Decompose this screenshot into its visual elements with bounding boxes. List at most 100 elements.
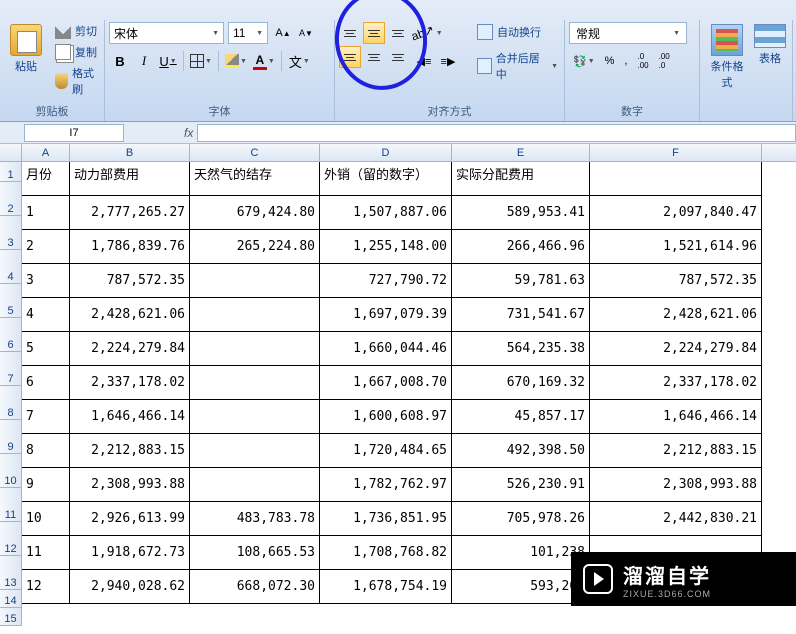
currency-button[interactable]: 💱▼ (569, 50, 599, 72)
cell[interactable]: 8 (22, 434, 70, 468)
underline-button[interactable]: U▼ (157, 50, 179, 72)
cell[interactable]: 2,940,028.62 (70, 570, 190, 604)
cell[interactable]: 787,572.35 (70, 264, 190, 298)
cut-button[interactable]: 剪切 (54, 22, 100, 40)
format-table-button[interactable]: 表格 (752, 22, 788, 68)
cell[interactable]: 1,678,754.19 (320, 570, 452, 604)
cell[interactable]: 11 (22, 536, 70, 570)
cell[interactable]: 731,541.67 (452, 298, 590, 332)
cell[interactable]: 3 (22, 264, 70, 298)
font-name-select[interactable]: 宋体 ▼ (109, 22, 224, 44)
font-color-button[interactable]: A▼ (251, 50, 277, 72)
cell[interactable]: 2,308,993.88 (70, 468, 190, 502)
cell[interactable]: 2,337,178.02 (590, 366, 762, 400)
cell[interactable]: 670,169.32 (452, 366, 590, 400)
cell[interactable]: 101,238 (452, 536, 590, 570)
col-header-A[interactable]: A (22, 144, 70, 161)
align-top-left-button[interactable] (339, 22, 361, 44)
cell[interactable]: 2,442,830.21 (590, 502, 762, 536)
cell[interactable]: 2,097,840.47 (590, 196, 762, 230)
cell[interactable]: 492,398.50 (452, 434, 590, 468)
fx-icon[interactable]: fx (184, 126, 193, 140)
cell[interactable]: 483,783.78 (190, 502, 320, 536)
cell[interactable]: 1,507,887.06 (320, 196, 452, 230)
cell[interactable]: 1,646,466.14 (70, 400, 190, 434)
cell[interactable]: 593,202 (452, 570, 590, 604)
cell[interactable]: 668,072.30 (190, 570, 320, 604)
cell[interactable]: 2,777,265.27 (70, 196, 190, 230)
cell[interactable]: 5 (22, 332, 70, 366)
cell[interactable]: 外销（留的数字） (320, 162, 452, 196)
cell[interactable]: 1,521,614.96 (590, 230, 762, 264)
conditional-format-button[interactable]: 条件格式 (704, 22, 750, 92)
cell[interactable]: 2,428,621.06 (590, 298, 762, 332)
cell[interactable]: 1,782,762.97 (320, 468, 452, 502)
copy-button[interactable]: 复制 (54, 43, 100, 61)
formula-input[interactable] (197, 124, 796, 142)
cell[interactable]: 2,926,613.99 (70, 502, 190, 536)
italic-button[interactable]: I (133, 50, 155, 72)
align-top-right-button[interactable] (387, 22, 409, 44)
cell[interactable]: 月份 (22, 162, 70, 196)
cell[interactable]: 705,978.26 (452, 502, 590, 536)
cell[interactable]: 2,337,178.02 (70, 366, 190, 400)
increase-indent-button[interactable]: ≡▶ (437, 50, 459, 72)
name-box[interactable]: I7 (24, 124, 124, 142)
align-right-button[interactable] (387, 46, 409, 68)
cell[interactable]: 1,736,851.95 (320, 502, 452, 536)
number-format-select[interactable]: 常规 ▼ (569, 22, 687, 44)
cell[interactable]: 动力部费用 (70, 162, 190, 196)
align-left-button[interactable] (339, 46, 361, 68)
col-header-B[interactable]: B (70, 144, 190, 161)
col-header-E[interactable]: E (452, 144, 590, 161)
cell[interactable] (190, 332, 320, 366)
cell[interactable]: 1,786,839.76 (70, 230, 190, 264)
shrink-font-button[interactable]: A▼ (295, 22, 317, 44)
select-all-corner[interactable] (0, 144, 22, 161)
cell[interactable]: 526,230.91 (452, 468, 590, 502)
row-header[interactable]: 7 (0, 352, 22, 386)
fill-color-button[interactable]: ▼ (223, 50, 249, 72)
increase-decimal-button[interactable]: .0.00 (633, 50, 652, 72)
decrease-indent-button[interactable]: ◀≡ (413, 50, 435, 72)
format-painter-button[interactable]: 格式刷 (54, 64, 100, 98)
cell[interactable]: 589,953.41 (452, 196, 590, 230)
cell[interactable] (190, 400, 320, 434)
orientation-button[interactable]: ab↗▼ (413, 22, 441, 44)
row-header[interactable]: 6 (0, 318, 22, 352)
cell[interactable]: 1,667,008.70 (320, 366, 452, 400)
cell[interactable]: 679,424.80 (190, 196, 320, 230)
bold-button[interactable]: B (109, 50, 131, 72)
col-header-F[interactable]: F (590, 144, 762, 161)
cell[interactable]: 45,857.17 (452, 400, 590, 434)
row-header[interactable]: 14 (0, 590, 22, 608)
align-top-center-button[interactable] (363, 22, 385, 44)
cell[interactable]: 2,428,621.06 (70, 298, 190, 332)
cell[interactable]: 265,224.80 (190, 230, 320, 264)
cell[interactable]: 2,224,279.84 (590, 332, 762, 366)
cell[interactable]: 2,212,883.15 (590, 434, 762, 468)
row-header[interactable]: 12 (0, 522, 22, 556)
decrease-decimal-button[interactable]: .00.0 (655, 50, 674, 72)
align-center-button[interactable] (363, 46, 385, 68)
row-header[interactable]: 1 (0, 162, 22, 182)
merge-center-button[interactable]: 合并后居中 ▼ (475, 48, 560, 84)
phonetic-button[interactable]: 文▼ (286, 50, 313, 72)
cell[interactable]: 10 (22, 502, 70, 536)
cell[interactable]: 1 (22, 196, 70, 230)
cell[interactable]: 787,572.35 (590, 264, 762, 298)
cell[interactable]: 266,466.96 (452, 230, 590, 264)
cell[interactable]: 1,708,768.82 (320, 536, 452, 570)
cell[interactable]: 2,308,993.88 (590, 468, 762, 502)
cell[interactable]: 实际分配费用 (452, 162, 590, 196)
row-header[interactable]: 10 (0, 454, 22, 488)
grow-font-button[interactable]: A▲ (272, 22, 294, 44)
cell[interactable]: 1,918,672.73 (70, 536, 190, 570)
cell[interactable]: 1,646,466.14 (590, 400, 762, 434)
cell[interactable]: 2,212,883.15 (70, 434, 190, 468)
cell[interactable]: 564,235.38 (452, 332, 590, 366)
col-header-C[interactable]: C (190, 144, 320, 161)
row-header[interactable]: 9 (0, 420, 22, 454)
cell[interactable]: 108,665.53 (190, 536, 320, 570)
cell[interactable] (590, 162, 762, 196)
